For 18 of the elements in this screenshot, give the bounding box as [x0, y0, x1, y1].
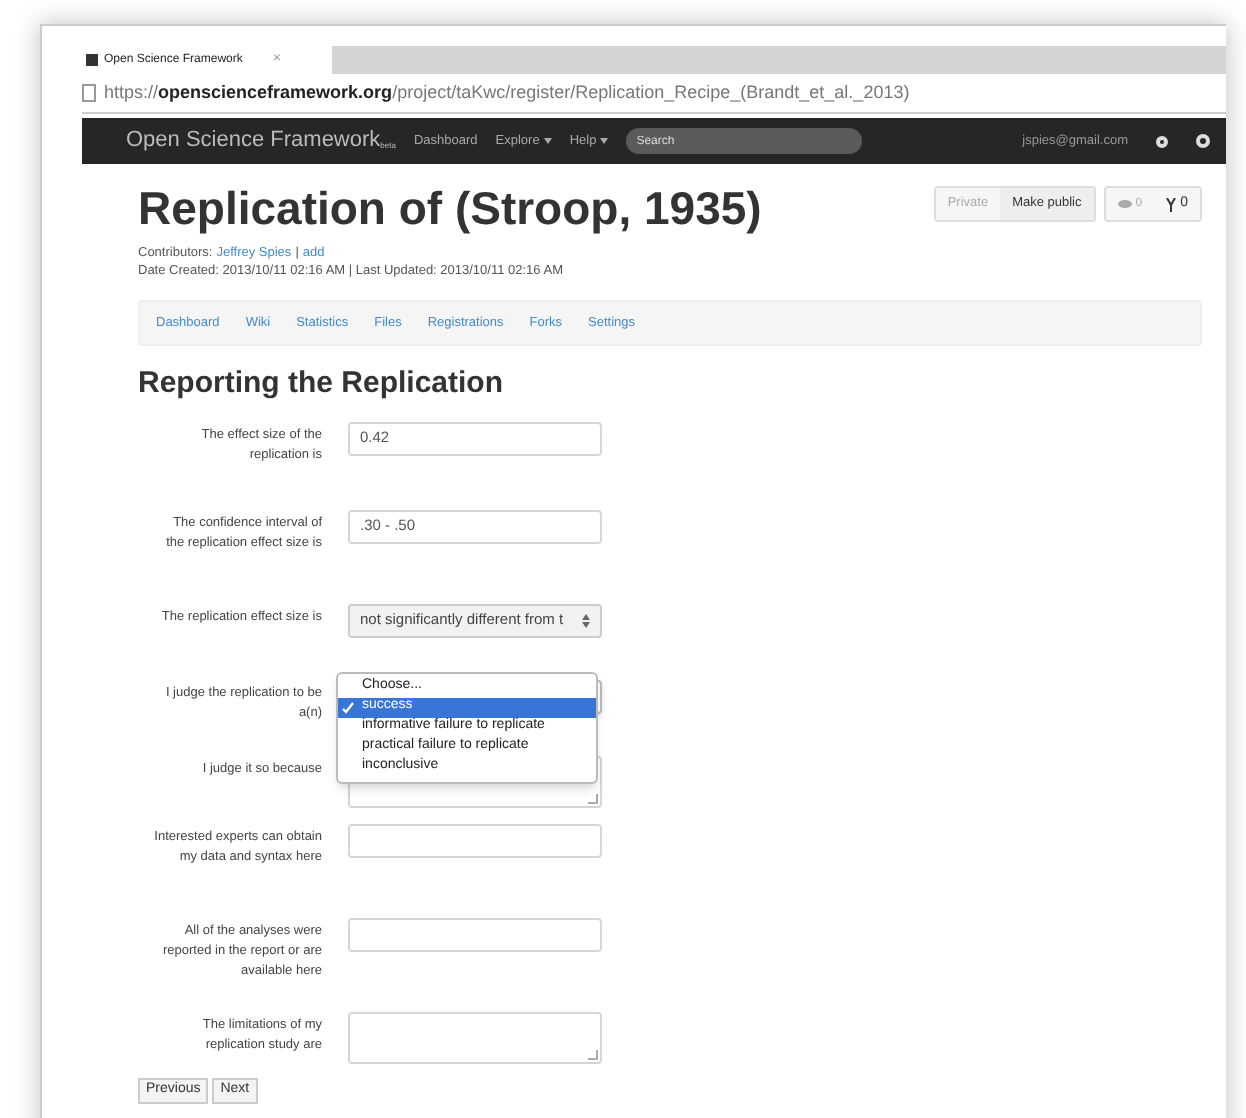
power-icon[interactable] [1196, 134, 1210, 148]
text-field[interactable] [348, 917, 602, 951]
caret-icon [543, 138, 552, 144]
address-bar[interactable]: https://openscienceframework.org/project/taKwc/register/Replication_Recipe_(Brandt_et_al._2013) [82, 74, 1226, 114]
resize-grip-icon [588, 1049, 598, 1059]
text-area[interactable] [348, 1011, 602, 1063]
caret-icon [600, 138, 609, 144]
updown-arrows-icon [582, 613, 590, 627]
favicon-icon [86, 54, 98, 66]
gear-icon[interactable] [1156, 135, 1168, 147]
check-icon [342, 701, 354, 713]
section-title: Reporting the Replication [138, 364, 506, 404]
eye-icon [1117, 200, 1132, 208]
page-icon [82, 84, 96, 102]
text-field[interactable] [348, 823, 602, 857]
project-title: Replication of (Stroop, 1935) [138, 180, 762, 236]
fork-icon [1166, 197, 1177, 211]
resize-grip-icon [588, 793, 598, 803]
